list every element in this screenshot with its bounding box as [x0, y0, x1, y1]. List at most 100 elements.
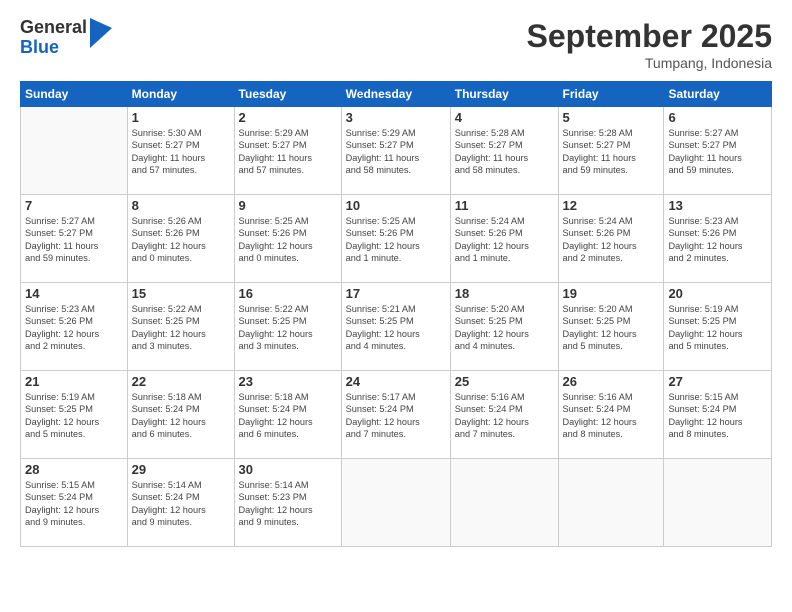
day-cell-14: 14 Sunrise: 5:23 AM Sunset: 5:26 PM Dayli…	[21, 283, 128, 371]
day-number: 23	[239, 374, 337, 389]
day-info: Sunrise: 5:15 AM Sunset: 5:24 PM Dayligh…	[668, 391, 767, 441]
calendar-header-saturday: Saturday	[664, 82, 772, 107]
calendar-header-row: SundayMondayTuesdayWednesdayThursdayFrid…	[21, 82, 772, 107]
day-info: Sunrise: 5:19 AM Sunset: 5:25 PM Dayligh…	[25, 391, 123, 441]
day-cell-9: 9 Sunrise: 5:25 AM Sunset: 5:26 PM Daylig…	[234, 195, 341, 283]
calendar-header-wednesday: Wednesday	[341, 82, 450, 107]
day-cell-18: 18 Sunrise: 5:20 AM Sunset: 5:25 PM Dayli…	[450, 283, 558, 371]
day-info: Sunrise: 5:20 AM Sunset: 5:25 PM Dayligh…	[455, 303, 554, 353]
day-cell-1: 1Sunrise: 5:30 AM Sunset: 5:27 PM Daylig…	[127, 107, 234, 195]
day-info: Sunrise: 5:24 AM Sunset: 5:26 PM Dayligh…	[455, 215, 554, 265]
day-cell-22: 22 Sunrise: 5:18 AM Sunset: 5:24 PM Dayli…	[127, 371, 234, 459]
day-cell-26: 26 Sunrise: 5:16 AM Sunset: 5:24 PM Dayli…	[558, 371, 664, 459]
day-info: Sunrise: 5:22 AM Sunset: 5:25 PM Dayligh…	[132, 303, 230, 353]
day-number: 9	[239, 198, 337, 213]
day-number: 4	[455, 110, 554, 125]
week-row-5: 28 Sunrise: 5:15 AM Sunset: 5:24 PM Dayli…	[21, 459, 772, 547]
day-cell-11: 11Sunrise: 5:24 AM Sunset: 5:26 PM Dayli…	[450, 195, 558, 283]
day-info: Sunrise: 5:14 AM Sunset: 5:24 PM Dayligh…	[132, 479, 230, 529]
day-cell-3: 3Sunrise: 5:29 AM Sunset: 5:27 PM Daylig…	[341, 107, 450, 195]
empty-cell	[21, 107, 128, 195]
day-number: 15	[132, 286, 230, 301]
week-row-4: 21 Sunrise: 5:19 AM Sunset: 5:25 PM Dayli…	[21, 371, 772, 459]
day-info: Sunrise: 5:19 AM Sunset: 5:25 PM Dayligh…	[668, 303, 767, 353]
calendar-header-monday: Monday	[127, 82, 234, 107]
day-info: Sunrise: 5:24 AM Sunset: 5:26 PM Dayligh…	[563, 215, 660, 265]
logo-icon	[90, 18, 112, 48]
day-number: 16	[239, 286, 337, 301]
day-info: Sunrise: 5:27 AM Sunset: 5:27 PM Dayligh…	[25, 215, 123, 265]
day-number: 19	[563, 286, 660, 301]
week-row-3: 14 Sunrise: 5:23 AM Sunset: 5:26 PM Dayli…	[21, 283, 772, 371]
day-info: Sunrise: 5:22 AM Sunset: 5:25 PM Dayligh…	[239, 303, 337, 353]
day-info: Sunrise: 5:14 AM Sunset: 5:23 PM Dayligh…	[239, 479, 337, 529]
day-cell-24: 24 Sunrise: 5:17 AM Sunset: 5:24 PM Dayli…	[341, 371, 450, 459]
day-info: Sunrise: 5:30 AM Sunset: 5:27 PM Dayligh…	[132, 127, 230, 177]
day-cell-13: 13 Sunrise: 5:23 AM Sunset: 5:26 PM Dayli…	[664, 195, 772, 283]
day-number: 10	[346, 198, 446, 213]
day-cell-7: 7 Sunrise: 5:27 AM Sunset: 5:27 PM Daylig…	[21, 195, 128, 283]
day-number: 28	[25, 462, 123, 477]
calendar-header-thursday: Thursday	[450, 82, 558, 107]
day-cell-16: 16 Sunrise: 5:22 AM Sunset: 5:25 PM Dayli…	[234, 283, 341, 371]
day-cell-21: 21 Sunrise: 5:19 AM Sunset: 5:25 PM Dayli…	[21, 371, 128, 459]
day-cell-27: 27 Sunrise: 5:15 AM Sunset: 5:24 PM Dayli…	[664, 371, 772, 459]
logo: General Blue	[20, 18, 112, 58]
day-cell-5: 5 Sunrise: 5:28 AM Sunset: 5:27 PM Daylig…	[558, 107, 664, 195]
day-cell-20: 20 Sunrise: 5:19 AM Sunset: 5:25 PM Dayli…	[664, 283, 772, 371]
day-number: 26	[563, 374, 660, 389]
empty-cell	[558, 459, 664, 547]
day-number: 27	[668, 374, 767, 389]
day-info: Sunrise: 5:15 AM Sunset: 5:24 PM Dayligh…	[25, 479, 123, 529]
day-cell-23: 23Sunrise: 5:18 AM Sunset: 5:24 PM Dayli…	[234, 371, 341, 459]
day-info: Sunrise: 5:26 AM Sunset: 5:26 PM Dayligh…	[132, 215, 230, 265]
page: General Blue September 2025 Tumpang, Ind…	[0, 0, 792, 612]
day-cell-28: 28 Sunrise: 5:15 AM Sunset: 5:24 PM Dayli…	[21, 459, 128, 547]
day-number: 8	[132, 198, 230, 213]
day-info: Sunrise: 5:17 AM Sunset: 5:24 PM Dayligh…	[346, 391, 446, 441]
day-info: Sunrise: 5:16 AM Sunset: 5:24 PM Dayligh…	[563, 391, 660, 441]
day-number: 7	[25, 198, 123, 213]
day-number: 30	[239, 462, 337, 477]
location: Tumpang, Indonesia	[527, 55, 772, 71]
empty-cell	[664, 459, 772, 547]
day-info: Sunrise: 5:28 AM Sunset: 5:27 PM Dayligh…	[563, 127, 660, 177]
day-number: 12	[563, 198, 660, 213]
day-info: Sunrise: 5:25 AM Sunset: 5:26 PM Dayligh…	[346, 215, 446, 265]
week-row-2: 7 Sunrise: 5:27 AM Sunset: 5:27 PM Daylig…	[21, 195, 772, 283]
day-cell-6: 6Sunrise: 5:27 AM Sunset: 5:27 PM Daylig…	[664, 107, 772, 195]
day-number: 13	[668, 198, 767, 213]
day-number: 5	[563, 110, 660, 125]
day-number: 21	[25, 374, 123, 389]
month-title: September 2025	[527, 18, 772, 55]
day-info: Sunrise: 5:23 AM Sunset: 5:26 PM Dayligh…	[668, 215, 767, 265]
day-cell-19: 19 Sunrise: 5:20 AM Sunset: 5:25 PM Dayli…	[558, 283, 664, 371]
day-number: 20	[668, 286, 767, 301]
day-cell-30: 30 Sunrise: 5:14 AM Sunset: 5:23 PM Dayli…	[234, 459, 341, 547]
day-number: 3	[346, 110, 446, 125]
day-info: Sunrise: 5:18 AM Sunset: 5:24 PM Dayligh…	[132, 391, 230, 441]
title-section: September 2025 Tumpang, Indonesia	[527, 18, 772, 71]
day-cell-29: 29Sunrise: 5:14 AM Sunset: 5:24 PM Dayli…	[127, 459, 234, 547]
calendar: SundayMondayTuesdayWednesdayThursdayFrid…	[20, 81, 772, 547]
day-info: Sunrise: 5:25 AM Sunset: 5:26 PM Dayligh…	[239, 215, 337, 265]
day-info: Sunrise: 5:23 AM Sunset: 5:26 PM Dayligh…	[25, 303, 123, 353]
week-row-1: 1Sunrise: 5:30 AM Sunset: 5:27 PM Daylig…	[21, 107, 772, 195]
day-cell-12: 12 Sunrise: 5:24 AM Sunset: 5:26 PM Dayli…	[558, 195, 664, 283]
calendar-header-friday: Friday	[558, 82, 664, 107]
calendar-header-tuesday: Tuesday	[234, 82, 341, 107]
logo-general: General	[20, 18, 87, 38]
day-number: 17	[346, 286, 446, 301]
day-cell-10: 10 Sunrise: 5:25 AM Sunset: 5:26 PM Dayli…	[341, 195, 450, 283]
day-cell-25: 25Sunrise: 5:16 AM Sunset: 5:24 PM Dayli…	[450, 371, 558, 459]
day-number: 24	[346, 374, 446, 389]
day-info: Sunrise: 5:16 AM Sunset: 5:24 PM Dayligh…	[455, 391, 554, 441]
day-number: 18	[455, 286, 554, 301]
day-number: 14	[25, 286, 123, 301]
empty-cell	[450, 459, 558, 547]
day-number: 22	[132, 374, 230, 389]
logo-blue: Blue	[20, 38, 87, 58]
day-info: Sunrise: 5:20 AM Sunset: 5:25 PM Dayligh…	[563, 303, 660, 353]
day-cell-4: 4 Sunrise: 5:28 AM Sunset: 5:27 PM Daylig…	[450, 107, 558, 195]
day-info: Sunrise: 5:28 AM Sunset: 5:27 PM Dayligh…	[455, 127, 554, 177]
